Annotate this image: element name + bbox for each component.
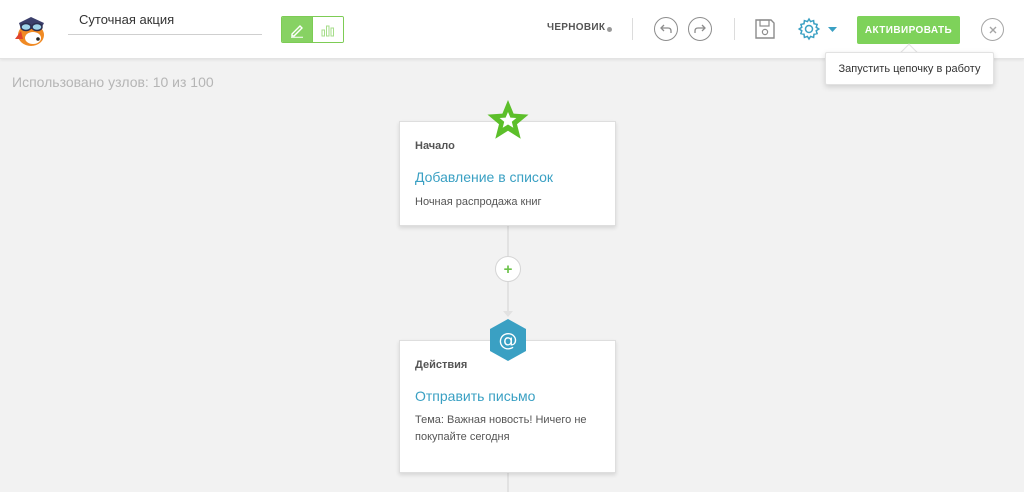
node-description: Тема: Важная новость! Ничего не покупайт… — [415, 414, 587, 443]
activate-tooltip: Запустить цепочку в работу — [825, 52, 994, 85]
email-at-icon: @ — [488, 318, 528, 362]
settings-dropdown-button[interactable] — [826, 25, 838, 35]
star-icon — [486, 99, 530, 141]
node-description: Ночная распродажа книг — [415, 196, 542, 208]
save-icon — [755, 19, 775, 39]
edit-mode-button[interactable] — [282, 17, 313, 42]
flow-arrow — [503, 311, 513, 317]
fox-aviator-logo[interactable] — [11, 9, 51, 49]
redo-button[interactable] — [688, 17, 712, 41]
settings-button[interactable] — [796, 16, 822, 42]
close-icon — [989, 26, 996, 33]
bar-chart-icon — [321, 25, 335, 36]
caret-down-icon — [827, 27, 837, 32]
undo-button[interactable] — [654, 17, 678, 41]
redo-icon — [694, 24, 706, 33]
mode-toggle — [281, 16, 344, 43]
toolbar-divider — [734, 18, 735, 40]
status-label: ЧЕРНОВИК — [547, 22, 606, 33]
close-button[interactable] — [981, 18, 1004, 41]
activate-button[interactable]: АКТИВИРОВАТЬ — [857, 16, 960, 44]
add-node-button[interactable]: + — [495, 256, 521, 282]
chain-name-field[interactable]: Суточная акция — [68, 10, 262, 35]
flow-connector — [507, 472, 509, 492]
undo-icon — [660, 24, 672, 33]
gear-icon — [797, 17, 821, 41]
status-dot — [607, 27, 612, 32]
node-type-label: Начало — [415, 140, 455, 152]
stats-mode-button[interactable] — [312, 17, 343, 42]
top-toolbar: Суточная акция ЧЕРНОВИК АКТИВИРОВАТЬ — [0, 0, 1024, 59]
node-title-link[interactable]: Добавление в список — [415, 169, 553, 185]
pencil-icon — [291, 24, 304, 38]
save-button[interactable] — [753, 17, 777, 41]
node-type-label: Действия — [415, 359, 468, 371]
node-usage-counter: Использовано узлов: 10 из 100 — [12, 74, 214, 90]
node-title-link[interactable]: Отправить письмо — [415, 388, 535, 404]
svg-text:@: @ — [499, 329, 518, 351]
toolbar-divider — [632, 18, 633, 40]
